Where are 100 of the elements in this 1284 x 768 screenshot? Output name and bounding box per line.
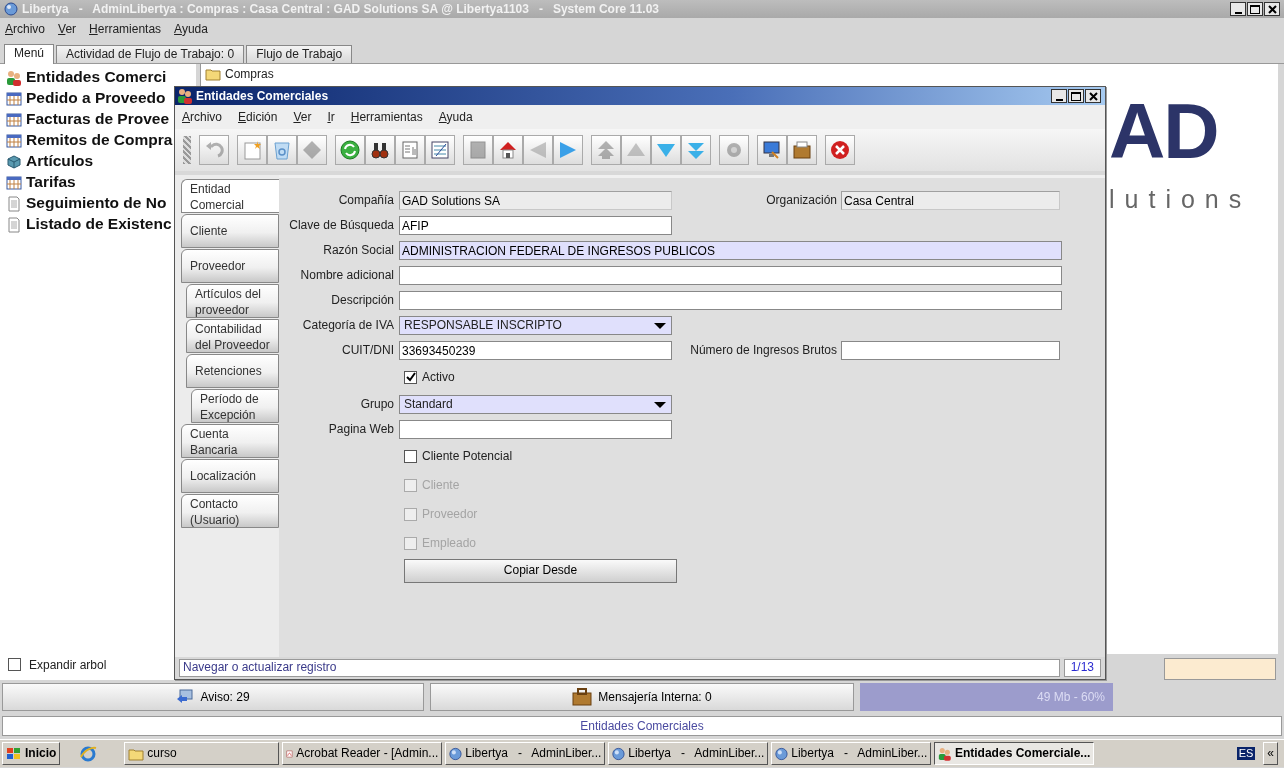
tree-item[interactable]: Artículos bbox=[26, 152, 94, 171]
taskbar-button[interactable]: Acrobat Reader - [Admin... bbox=[282, 742, 443, 765]
toolbar-grip[interactable] bbox=[183, 136, 191, 164]
field-label: Descripción bbox=[330, 293, 395, 308]
maximize-button[interactable] bbox=[1068, 89, 1084, 103]
side-tab[interactable]: Período de Excepción bbox=[191, 389, 279, 423]
menu-item[interactable]: Ayuda bbox=[173, 21, 209, 37]
input-field[interactable] bbox=[841, 341, 1060, 360]
minimize-icon bbox=[1055, 98, 1063, 101]
refresh-icon bbox=[340, 140, 360, 160]
checkbox[interactable] bbox=[8, 658, 21, 672]
checkbox-label: Expandir arbol bbox=[29, 657, 107, 672]
close-button[interactable] bbox=[1085, 89, 1101, 103]
menu-item[interactable]: Herramientas bbox=[88, 21, 163, 37]
toolbar-button[interactable] bbox=[365, 135, 395, 165]
tree-item[interactable]: Entidades Comerci bbox=[26, 68, 167, 87]
checkbox-label: Proveedor bbox=[422, 507, 478, 522]
menu-item[interactable]: Archivo bbox=[181, 109, 224, 125]
dropdown-field[interactable]: Standard bbox=[399, 395, 672, 414]
taskbar-button[interactable]: Libertya - AdminLiber... bbox=[771, 742, 932, 765]
menu-item[interactable]: Ayuda bbox=[437, 109, 474, 125]
field-label: Organización bbox=[765, 193, 838, 208]
alert-button[interactable]: Aviso: 29 bbox=[2, 683, 424, 711]
messages-button[interactable]: Mensajería Interna: 0 bbox=[430, 683, 854, 711]
minimize-button[interactable] bbox=[1230, 2, 1246, 16]
menu-item[interactable]: Archivo bbox=[4, 21, 47, 37]
menu-item[interactable]: Herramientas bbox=[349, 109, 424, 125]
menu-item[interactable]: Ir bbox=[326, 109, 336, 125]
window-title: Entidades Comerciales bbox=[196, 88, 329, 104]
side-tab[interactable]: Entidad Comercial bbox=[181, 179, 279, 213]
field-label: Grupo bbox=[359, 397, 395, 412]
taskbar-button[interactable]: Libertya - AdminLiber... bbox=[445, 742, 606, 765]
bin-icon bbox=[272, 140, 292, 160]
copy-button[interactable]: Copiar Desde bbox=[404, 558, 677, 583]
input-field[interactable] bbox=[399, 291, 1062, 310]
window-icon bbox=[6, 132, 22, 149]
input-field[interactable]: GAD Solutions SA bbox=[399, 191, 672, 210]
tree-item[interactable]: Compras bbox=[225, 66, 274, 82]
field-label: Compañía bbox=[337, 193, 395, 208]
toolbar-button[interactable] bbox=[787, 135, 817, 165]
tree-item[interactable]: Remitos de Compra bbox=[26, 131, 173, 150]
taskbar-button[interactable]: Libertya - AdminLiber... bbox=[608, 742, 769, 765]
tree-item[interactable]: Facturas de Provee bbox=[26, 110, 169, 129]
field-label: Razón Social bbox=[322, 243, 395, 258]
close-icon bbox=[1088, 91, 1098, 101]
side-tab[interactable]: Contacto (Usuario) bbox=[181, 494, 279, 528]
maximize-button[interactable] bbox=[1247, 2, 1263, 16]
toolbar-button[interactable] bbox=[757, 135, 787, 165]
menu-item[interactable]: Ver bbox=[57, 21, 78, 37]
language-indicator[interactable]: ES bbox=[1236, 746, 1256, 761]
side-tab[interactable]: Artículos del proveedor bbox=[186, 284, 279, 318]
input-field[interactable] bbox=[399, 266, 1062, 285]
side-tab[interactable]: Contabilidad del Proveedor bbox=[186, 319, 279, 353]
side-tab[interactable]: Proveedor bbox=[181, 249, 279, 283]
input-field[interactable]: AFIP bbox=[399, 216, 672, 235]
menu-item[interactable]: Ver bbox=[292, 109, 313, 125]
tab[interactable]: Actividad de Flujo de Trabajo: 0 bbox=[56, 45, 245, 63]
side-tab[interactable]: Localización bbox=[181, 459, 279, 493]
close-icon bbox=[1267, 4, 1277, 14]
tab[interactable]: Menú bbox=[4, 44, 55, 64]
toolbar-button[interactable] bbox=[493, 135, 523, 165]
input-field[interactable]: 33693450239 bbox=[399, 341, 672, 360]
globe-icon bbox=[775, 745, 789, 762]
side-tab[interactable]: Cuenta Bancaria bbox=[181, 424, 279, 458]
tree-item[interactable]: Tarifas bbox=[26, 173, 76, 192]
left-triangle-icon bbox=[528, 140, 548, 160]
taskbar-button[interactable]: curso bbox=[124, 742, 280, 765]
tree-item[interactable]: Pedido a Proveedo bbox=[26, 89, 166, 108]
input-field[interactable]: Casa Central bbox=[841, 191, 1060, 210]
field-label: Número de Ingresos Brutos bbox=[689, 343, 838, 358]
dropdown-field[interactable]: RESPONSABLE INSCRIPTO bbox=[399, 316, 672, 335]
document-icon bbox=[6, 216, 22, 233]
input-field[interactable]: ADMINISTRACION FEDERAL DE INGRESOS PUBLICOS bbox=[399, 241, 1062, 260]
expand-tray-button[interactable]: « bbox=[1263, 742, 1278, 765]
tab[interactable]: Flujo de Trabajo bbox=[246, 45, 353, 63]
taskbar-button[interactable]: Entidades Comerciale... bbox=[934, 742, 1095, 765]
briefcase-icon bbox=[792, 140, 812, 160]
start-button[interactable]: Inicio bbox=[2, 742, 61, 765]
logo-text: lutions bbox=[1109, 184, 1252, 214]
document-icon bbox=[6, 195, 22, 212]
close-button[interactable] bbox=[1264, 2, 1280, 16]
tree-item[interactable]: Seguimiento de No bbox=[26, 194, 167, 213]
people-icon bbox=[177, 88, 193, 104]
field-label: Clave de Búsqueda bbox=[288, 218, 395, 233]
menu-item[interactable]: Edición bbox=[237, 109, 279, 125]
side-tab[interactable]: Cliente bbox=[181, 214, 279, 248]
checkbox[interactable] bbox=[404, 371, 417, 384]
gear-icon bbox=[724, 140, 744, 160]
side-tab[interactable]: Retenciones bbox=[186, 354, 279, 388]
tree-item[interactable]: Listado de Existenc bbox=[26, 215, 172, 234]
input-field[interactable] bbox=[399, 420, 672, 439]
caret-icon bbox=[652, 320, 668, 331]
toolbar-button[interactable] bbox=[825, 135, 855, 165]
input-field[interactable] bbox=[1164, 658, 1276, 680]
check-icon bbox=[405, 372, 416, 383]
minimize-button[interactable] bbox=[1051, 89, 1067, 103]
checkbox[interactable] bbox=[404, 450, 417, 463]
window-icon bbox=[6, 174, 22, 191]
globe-icon bbox=[4, 2, 18, 16]
logo-text: AD bbox=[1109, 92, 1218, 170]
